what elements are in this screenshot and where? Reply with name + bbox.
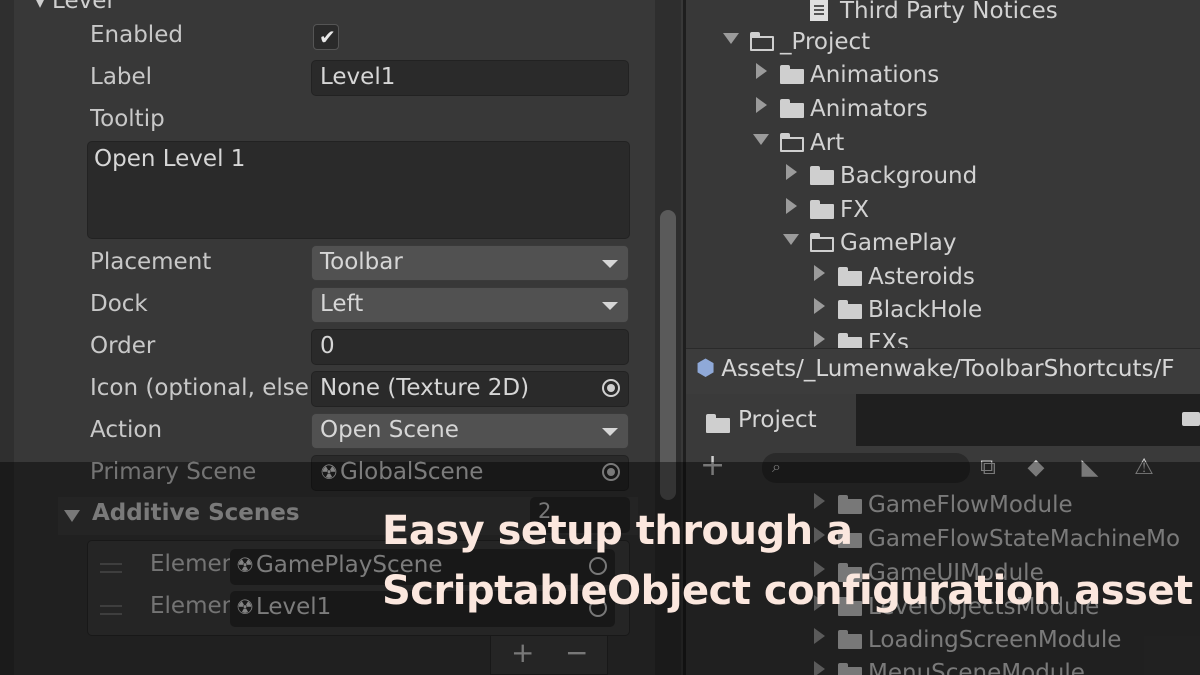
dock-label: Dock <box>90 291 148 317</box>
tree-item-fx[interactable]: FX <box>782 197 869 229</box>
tree-item-art[interactable]: Art <box>752 130 844 162</box>
caption-line-1: Easy setup through a <box>382 508 853 554</box>
chevron-down-icon: ▾ <box>36 0 45 12</box>
chevron-down-icon[interactable] <box>722 28 740 46</box>
tree-item-label: Animations <box>810 62 940 88</box>
enabled-label: Enabled <box>90 22 183 48</box>
chevron-right-icon[interactable] <box>810 296 828 314</box>
chevron-down-icon[interactable] <box>782 229 800 247</box>
level-section-title: Level <box>52 0 113 14</box>
level-section-header[interactable]: ▾ Level <box>36 0 113 14</box>
tree-item-label: _Project <box>780 29 871 55</box>
chevron-right-icon[interactable] <box>752 95 770 113</box>
folder-icon <box>706 414 730 433</box>
tree-item-fxs[interactable]: FXs <box>810 330 909 348</box>
chevron-right-icon[interactable] <box>782 162 800 180</box>
placement-label: Placement <box>90 249 212 275</box>
tree-item-label: Asteroids <box>868 264 975 290</box>
tree-item-asteroids[interactable]: Asteroids <box>810 264 975 296</box>
order-label: Order <box>90 333 156 359</box>
tree-item-label: FX <box>840 197 869 223</box>
tree-item-background[interactable]: Background <box>782 163 977 195</box>
chevron-right-icon[interactable] <box>810 329 828 347</box>
tab-project[interactable]: Project <box>686 394 856 446</box>
tree-item-project[interactable]: _Project <box>722 29 870 61</box>
dock-value: Left <box>320 291 364 317</box>
inspector-scrollbar-thumb[interactable] <box>660 210 676 500</box>
folder-icon <box>838 267 862 286</box>
icon-label: Icon (optional, else <box>90 375 309 401</box>
folder-icon <box>838 333 862 348</box>
object-picker-icon[interactable] <box>602 379 620 397</box>
folder-open-icon <box>750 32 774 51</box>
placement-dropdown[interactable]: Toolbar <box>311 245 629 281</box>
caret-down-icon <box>602 428 618 436</box>
folder-icon <box>810 200 834 219</box>
scriptable-object-icon: ⬢ <box>696 356 716 381</box>
asset-path-bar: ⬢ Assets/_Lumenwake/ToolbarShortcuts/F <box>686 348 1200 395</box>
tree-item-label: Art <box>810 130 845 156</box>
dock-dropdown[interactable]: Left <box>311 287 629 323</box>
chevron-right-icon[interactable] <box>782 196 800 214</box>
folder-icon <box>838 300 862 319</box>
folder-icon <box>780 65 804 84</box>
icon-object-field[interactable]: None (Texture 2D) <box>311 371 629 407</box>
label-input[interactable]: Level1 <box>311 60 629 96</box>
chevron-down-icon[interactable] <box>752 129 770 147</box>
tree-item-animations[interactable]: Animations <box>752 62 939 94</box>
tooltip-textarea[interactable]: Open Level 1 <box>87 141 630 239</box>
tree-item-label: Animators <box>810 96 928 122</box>
folder-icon <box>780 99 804 118</box>
folder-open-icon <box>780 133 804 152</box>
caption-line-2: ScriptableObject configuration asset <box>382 568 1193 614</box>
tree-item-label: FXs <box>868 330 909 348</box>
chevron-right-icon[interactable] <box>810 263 828 281</box>
tree-item-blackhole[interactable]: BlackHole <box>810 297 982 329</box>
label-label: Label <box>90 64 153 90</box>
tree-item-label: BlackHole <box>868 297 983 323</box>
lock-icon[interactable] <box>1182 412 1200 426</box>
folder-open-icon <box>810 233 834 252</box>
action-label: Action <box>90 417 163 443</box>
caret-down-icon <box>602 260 618 268</box>
tooltip-label: Tooltip <box>90 106 165 132</box>
action-dropdown[interactable]: Open Scene <box>311 413 629 449</box>
placement-value: Toolbar <box>320 249 403 275</box>
tree-item-animators[interactable]: Animators <box>752 96 928 128</box>
tree-item-third-party-notices[interactable]: Third Party Notices <box>810 0 1058 28</box>
tree-item-label: Third Party Notices <box>840 0 1058 24</box>
tree-item-label: GamePlay <box>840 230 957 256</box>
folder-icon <box>810 166 834 185</box>
enabled-checkbox[interactable]: ✔ <box>313 24 339 50</box>
document-icon <box>810 0 828 21</box>
checkmark-icon: ✔ <box>319 25 336 49</box>
action-value: Open Scene <box>320 417 459 443</box>
caret-down-icon <box>602 302 618 310</box>
tree-item-label: Background <box>840 163 978 189</box>
chevron-right-icon[interactable] <box>752 61 770 79</box>
icon-value: None (Texture 2D) <box>320 375 530 401</box>
tree-item-gameplay[interactable]: GamePlay <box>782 230 956 262</box>
project-tab-bar: Project <box>686 394 1200 446</box>
project-tree: Third Party Notices _Project Animations … <box>686 0 1200 348</box>
tab-project-label: Project <box>738 407 817 433</box>
order-input[interactable]: 0 <box>311 329 629 365</box>
asset-path: Assets/_Lumenwake/ToolbarShortcuts/F <box>721 356 1175 382</box>
